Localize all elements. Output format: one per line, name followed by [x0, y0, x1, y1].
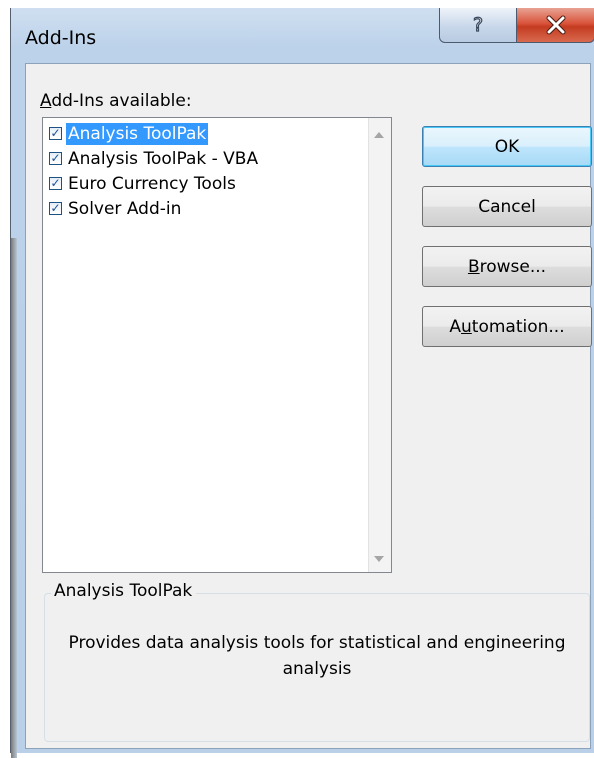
vertical-scrollbar[interactable]	[368, 118, 391, 572]
list-item-solver-add-in[interactable]: ✓ Solver Add-in	[47, 196, 357, 221]
list-item-label: Solver Add-in	[68, 198, 182, 219]
list-item-analysis-toolpak[interactable]: ✓ Analysis ToolPak	[47, 121, 357, 146]
add-ins-dialog: Add-Ins ? Add-Ins available: ✓ Analysis …	[10, 8, 594, 758]
close-icon	[546, 15, 565, 35]
list-item-label: Analysis ToolPak - VBA	[68, 148, 259, 169]
list-item-euro-currency-tools[interactable]: ✓ Euro Currency Tools	[47, 171, 357, 196]
browse-button[interactable]: Browse...	[422, 246, 592, 287]
checkbox[interactable]: ✓	[49, 202, 62, 215]
window-edge	[11, 238, 17, 758]
scroll-up-icon[interactable]	[374, 132, 384, 138]
checkbox[interactable]: ✓	[49, 177, 62, 190]
description-text: Provides data analysis tools for statist…	[68, 633, 566, 679]
description-group: Analysis ToolPak Provides data analysis …	[44, 581, 590, 742]
list-item-label: Analysis ToolPak	[66, 122, 209, 145]
ok-button[interactable]: OK	[422, 126, 592, 167]
help-icon: ?	[472, 14, 483, 36]
scroll-down-icon[interactable]	[374, 556, 384, 562]
automation-button[interactable]: Au tomation...	[422, 306, 592, 347]
close-button[interactable]	[516, 8, 594, 43]
checkbox[interactable]: ✓	[49, 127, 62, 140]
cancel-button[interactable]: Cancel	[422, 186, 592, 227]
list-item-analysis-toolpak-vba[interactable]: ✓ Analysis ToolPak - VBA	[47, 146, 357, 171]
addins-available-label: Add-Ins available:	[40, 91, 192, 111]
svg-text:?: ?	[473, 14, 483, 36]
list-item-label: Euro Currency Tools	[68, 173, 236, 194]
help-button[interactable]: ?	[439, 8, 517, 43]
window-title: Add-Ins	[25, 27, 97, 49]
description-title: Analysis ToolPak	[51, 581, 197, 601]
dialog-body: Add-Ins available: ✓ Analysis ToolPak ✓ …	[25, 63, 592, 749]
title-bar[interactable]: Add-Ins ?	[11, 8, 594, 63]
checkbox[interactable]: ✓	[49, 152, 62, 165]
addins-listbox[interactable]: ✓ Analysis ToolPak ✓ Analysis ToolPak - …	[42, 117, 392, 573]
